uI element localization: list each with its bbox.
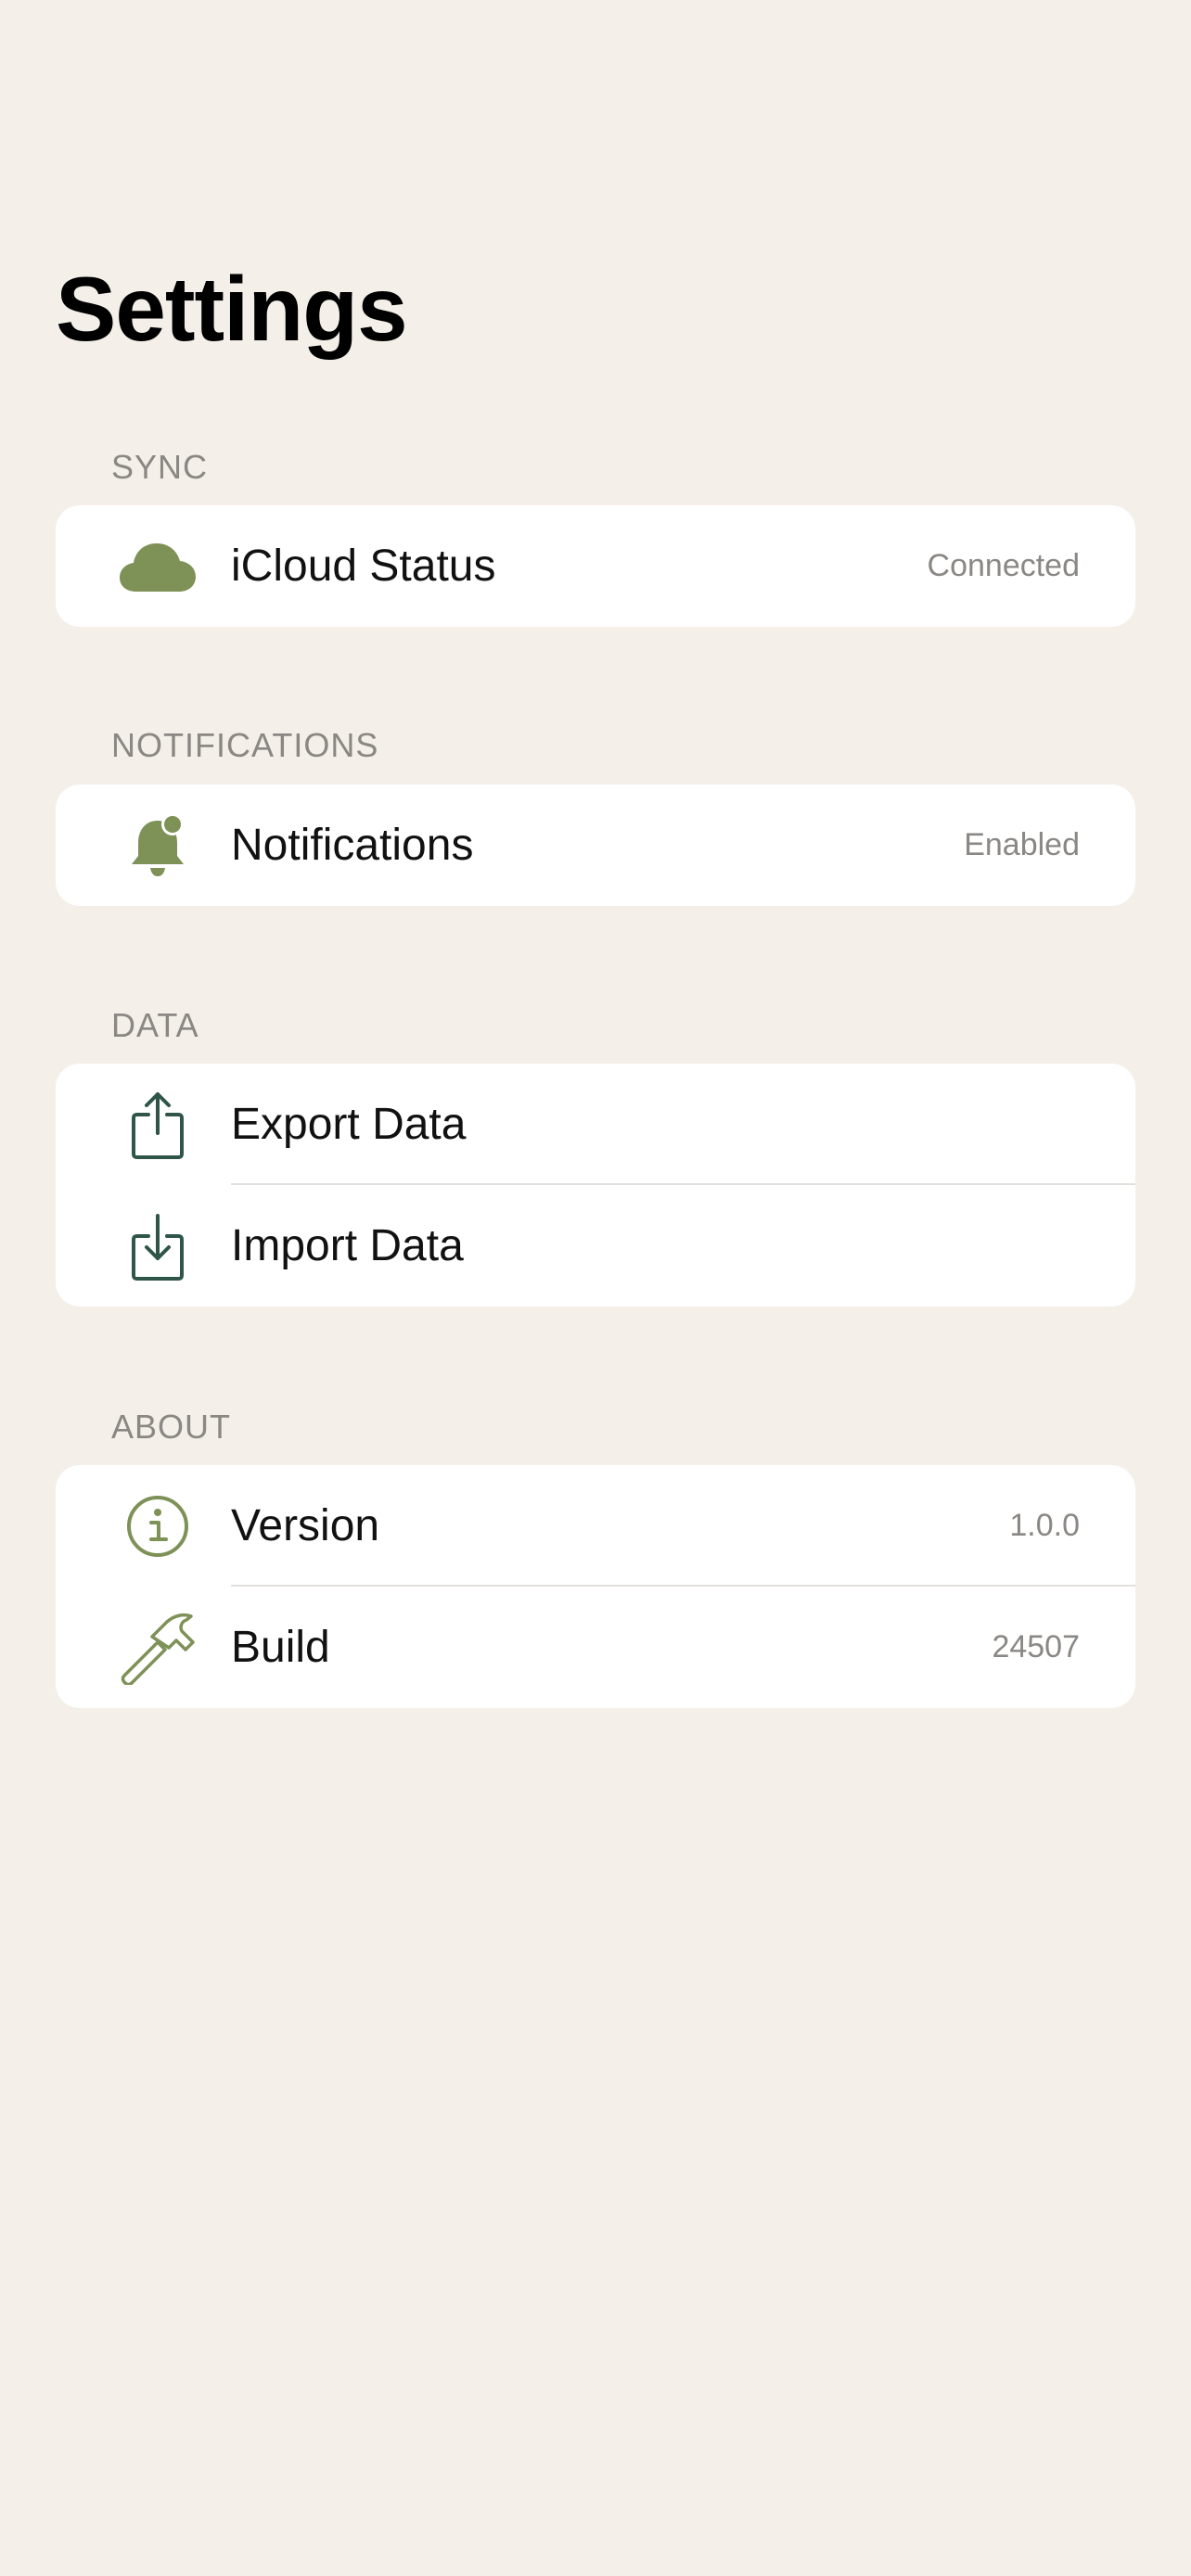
bell-badge-icon (111, 784, 204, 906)
notifications-value: Enabled (964, 827, 1080, 862)
import-data-label: Import Data (231, 1221, 464, 1270)
info-circle-icon (111, 1465, 204, 1587)
cloud-icon (111, 505, 204, 627)
download-tray-icon (111, 1185, 204, 1307)
export-data-row[interactable]: Export Data (56, 1064, 1135, 1185)
import-data-row[interactable]: Import Data (56, 1185, 1135, 1307)
sync-card: iCloud Status Connected (56, 505, 1135, 627)
build-value: 24507 (992, 1629, 1080, 1664)
about-card: Version 1.0.0 Build 24507 (56, 1465, 1135, 1708)
version-label: Version (231, 1501, 380, 1550)
hammer-icon (111, 1587, 204, 1708)
share-upload-icon (111, 1064, 204, 1185)
icloud-status-row[interactable]: iCloud Status Connected (56, 505, 1135, 627)
section-header-sync: SYNC (111, 448, 209, 486)
page-title: Settings (56, 258, 408, 360)
data-card: Export Data Import Data (56, 1064, 1135, 1307)
section-header-notifications: NOTIFICATIONS (111, 726, 379, 764)
version-row[interactable]: Version 1.0.0 (56, 1465, 1135, 1587)
icloud-status-value: Connected (927, 548, 1080, 583)
notifications-card: Notifications Enabled (56, 784, 1135, 906)
section-header-data: DATA (111, 1006, 199, 1044)
build-label: Build (231, 1623, 330, 1672)
section-header-about: ABOUT (111, 1408, 232, 1446)
notifications-label: Notifications (231, 821, 474, 870)
notifications-row[interactable]: Notifications Enabled (56, 784, 1135, 906)
icloud-status-label: iCloud Status (231, 542, 496, 591)
version-value: 1.0.0 (1009, 1508, 1080, 1543)
export-data-label: Export Data (231, 1100, 467, 1149)
build-row[interactable]: Build 24507 (56, 1587, 1135, 1708)
